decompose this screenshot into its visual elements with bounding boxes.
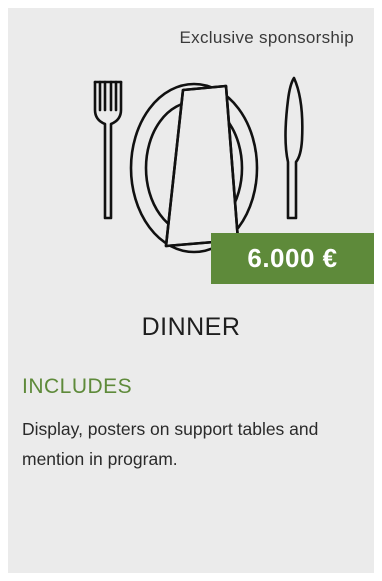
card-title: DINNER [141,313,241,341]
sponsorship-card: Exclusive sponsorship 6.000 € DINNER INC… [8,8,374,573]
dinner-place-setting-icon [93,76,304,254]
knife-icon [284,76,304,220]
price-badge: 6.000 € [211,233,374,284]
fork-icon [93,80,123,220]
sponsorship-label: Exclusive sponsorship [179,28,354,47]
includes-heading: INCLUDES [22,375,133,398]
includes-description: Display, posters on support tables and m… [22,419,319,469]
